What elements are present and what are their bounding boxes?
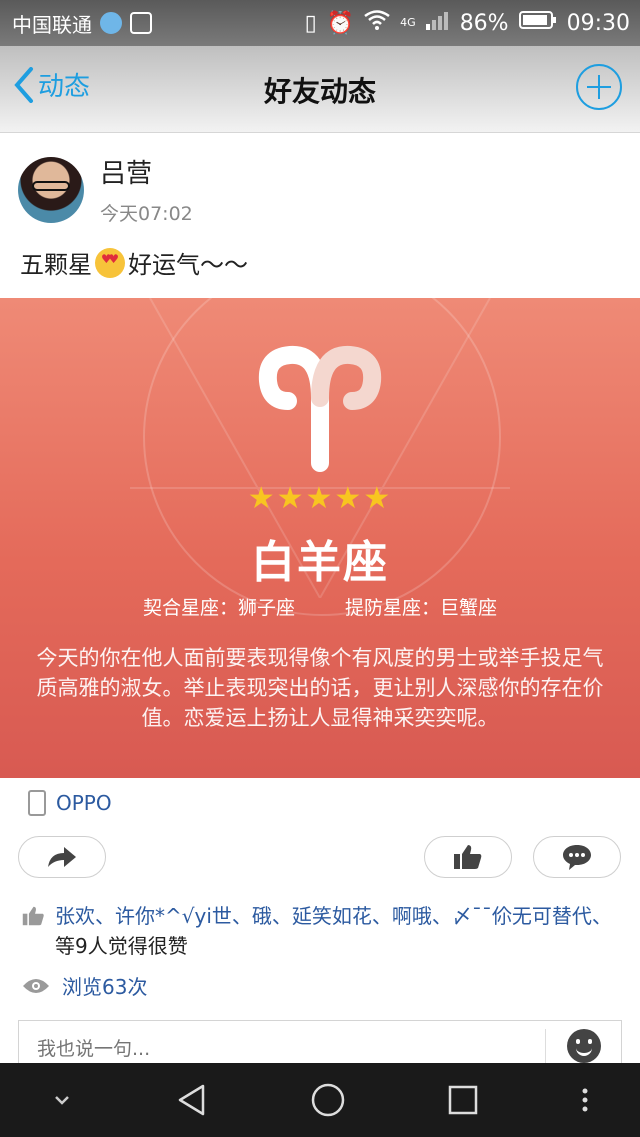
battery-icon — [518, 10, 557, 36]
vibrate-icon: ▯ — [304, 10, 317, 36]
phone-icon — [28, 790, 46, 816]
zodiac-sign: 白羊座 — [251, 537, 389, 588]
image-notification-icon — [130, 12, 152, 34]
share-button[interactable] — [18, 836, 106, 878]
nav-bar: 动态 好友动态 — [0, 46, 640, 133]
chevron-down-icon[interactable] — [50, 1088, 74, 1112]
thumbs-up-icon — [454, 845, 482, 869]
comment-button[interactable] — [533, 836, 621, 878]
system-nav-bar — [0, 1063, 640, 1137]
post-time: 今天07:02 — [100, 203, 193, 225]
comment-bubble-icon — [563, 845, 591, 870]
notification-icon — [100, 12, 122, 34]
device-name: OPPO — [56, 791, 112, 815]
view-count: 浏览63次 — [22, 971, 147, 1000]
page-title: 好友动态 — [263, 75, 376, 108]
horoscope-description: 今天的你在他人面前要表现得像个有风度的男士或举手投足气质高雅的淑女。举止表现突出… — [36, 646, 604, 730]
compatibility-line: 契合星座：狮子座 提防星座：巨蟹座 — [0, 593, 640, 620]
battery-percent: 86% — [459, 10, 509, 36]
match-sign: 契合星座：狮子座 — [142, 597, 295, 619]
carrier-label: 中国联通 — [12, 12, 92, 37]
view-count-label: 浏览63次 — [62, 975, 148, 999]
device-source: OPPO — [28, 790, 112, 816]
like-button[interactable] — [424, 836, 512, 878]
signal-icon — [425, 10, 450, 36]
more-vertical-icon[interactable] — [580, 1087, 590, 1113]
heart-eyes-emoji-icon — [95, 247, 125, 278]
likes-text[interactable]: 张欢、许你*^√yi世、硪、延笑如花、啊哦、〆ˉˉ伱无可替代、等9人觉得很赞 — [55, 901, 622, 961]
post-username[interactable]: 吕营 — [100, 153, 152, 190]
post-text-before: 五颗星 — [20, 251, 92, 279]
wifi-icon — [364, 10, 390, 36]
post-text-after: 好运气～～ — [128, 251, 248, 279]
network-type-label: 4G — [400, 16, 416, 29]
post-text: 五颗星 好运气～～ — [20, 245, 248, 280]
alarm-icon: ⏰ — [326, 10, 355, 36]
add-button[interactable] — [576, 64, 622, 110]
likes-names[interactable]: 张欢、许你*^√yi世、硪、延笑如花、啊哦、〆ˉˉ伱无可替代、 — [55, 904, 612, 928]
status-bar: 中国联通 ▯ ⏰ 4G 86% 09:30 — [0, 0, 640, 46]
recents-square-icon[interactable] — [447, 1084, 479, 1116]
rating-stars: ★★★★★ — [247, 481, 393, 516]
horoscope-image[interactable]: ★★★★★ 白羊座 契合星座：狮子座 提防星座：巨蟹座 今天的你在他人面前要表现… — [0, 298, 640, 778]
avatar[interactable] — [18, 157, 84, 223]
thumbs-up-icon — [22, 906, 44, 926]
home-circle-icon[interactable] — [310, 1082, 346, 1118]
aries-symbol-icon — [258, 345, 382, 472]
post-card: 吕营 今天07:02 五颗星 好运气～～ ★★★★★ 白羊座 契合星座：狮子座 … — [0, 133, 640, 1082]
emoji-smile-icon[interactable] — [567, 1029, 601, 1063]
share-arrow-icon — [48, 847, 76, 867]
clock-label: 09:30 — [566, 10, 630, 36]
beware-sign: 提防星座：巨蟹座 — [345, 597, 498, 619]
likes-list: 张欢、许你*^√yi世、硪、延笑如花、啊哦、〆ˉˉ伱无可替代、等9人觉得很赞 — [22, 901, 622, 961]
eye-icon — [23, 978, 49, 993]
likes-count: 等9人觉得很赞 — [55, 934, 188, 958]
back-triangle-icon[interactable] — [175, 1083, 209, 1117]
avatar-glasses — [32, 181, 70, 191]
